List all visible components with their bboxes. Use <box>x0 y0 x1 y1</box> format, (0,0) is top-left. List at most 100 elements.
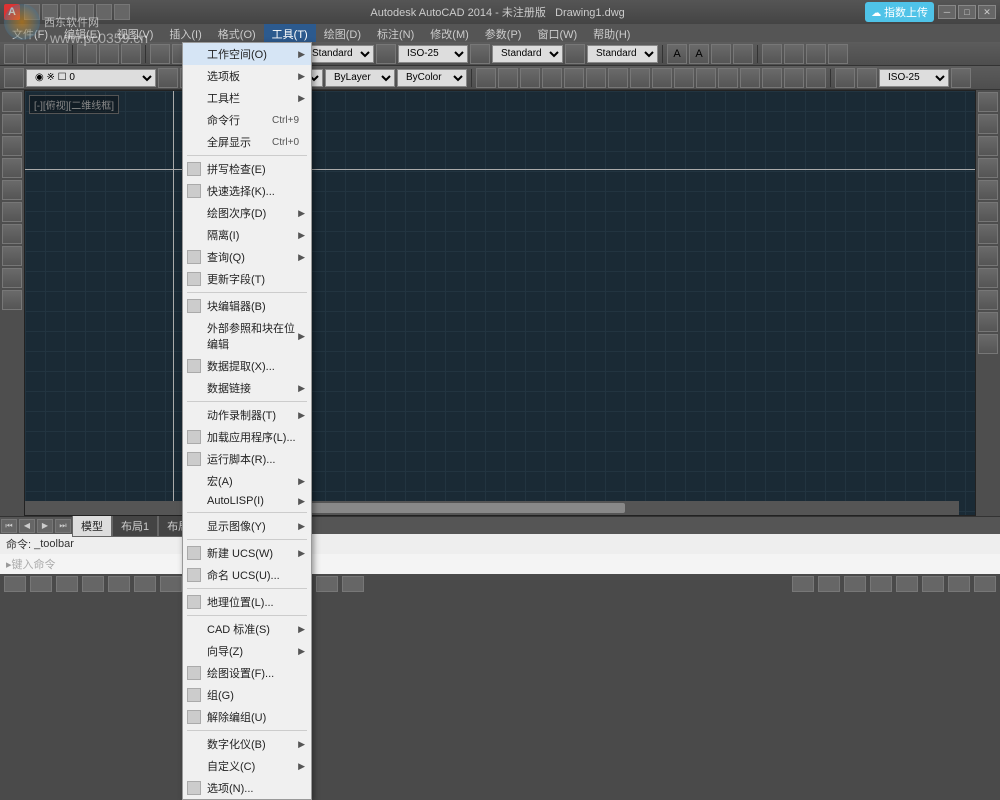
tb-a1-icon[interactable] <box>376 44 396 64</box>
tool-rect-icon[interactable] <box>2 180 22 200</box>
menu-5[interactable]: 工具(T) <box>264 24 316 42</box>
tool-table-icon[interactable] <box>2 290 22 310</box>
qat-open[interactable] <box>42 4 58 20</box>
tool-move-icon[interactable] <box>978 92 998 112</box>
canvas-scroll[interactable] <box>25 501 959 515</box>
viewport-label[interactable]: [-][俯视][二维线框] <box>29 95 119 114</box>
tb-dim9-icon[interactable] <box>652 68 672 88</box>
status-r3[interactable] <box>870 576 892 592</box>
qat-undo[interactable] <box>78 4 94 20</box>
tool-offset-icon[interactable] <box>978 290 998 310</box>
tool-ellipse-icon[interactable] <box>2 202 22 222</box>
menu-9[interactable]: 参数(P) <box>477 24 530 42</box>
status-am[interactable] <box>342 576 364 592</box>
tool-scale-icon[interactable] <box>978 180 998 200</box>
tool-arc-icon[interactable] <box>2 158 22 178</box>
menu-item-38[interactable]: 自定义(C)▶ <box>183 755 311 777</box>
menu-0[interactable]: 文件(F) <box>4 24 56 42</box>
tb-dim16-icon[interactable] <box>806 68 826 88</box>
menu-item-21[interactable]: 宏(A)▶ <box>183 470 311 492</box>
tb-dim6-icon[interactable] <box>586 68 606 88</box>
menu-item-31[interactable]: CAD 标准(S)▶ <box>183 618 311 640</box>
tool-mirror-icon[interactable] <box>978 158 998 178</box>
tab-model[interactable]: 模型 <box>72 515 112 537</box>
tb-new-icon[interactable] <box>4 44 24 64</box>
menu-item-10[interactable]: 查询(Q)▶ <box>183 246 311 268</box>
tb-misc4-icon[interactable] <box>828 44 848 64</box>
qat-print[interactable] <box>114 4 130 20</box>
minimize-button[interactable]: ─ <box>938 5 956 19</box>
tb-text-icon[interactable]: A <box>667 44 687 64</box>
menu-item-7[interactable]: 快速选择(K)... <box>183 180 311 202</box>
menu-item-37[interactable]: 数字化仪(B)▶ <box>183 733 311 755</box>
command-line[interactable]: 命令: _toolbar <box>0 534 1000 554</box>
menu-11[interactable]: 帮助(H) <box>585 24 638 42</box>
tb-open-icon[interactable] <box>26 44 46 64</box>
tb-layer1-icon[interactable] <box>158 68 178 88</box>
qat-new[interactable] <box>24 4 40 20</box>
tool-rotate-icon[interactable] <box>978 136 998 156</box>
status-3dosnap[interactable] <box>134 576 156 592</box>
tb-dim11-icon[interactable] <box>696 68 716 88</box>
command-input[interactable]: ▸ 键入命令 <box>0 554 1000 574</box>
tb-dim1-icon[interactable] <box>476 68 496 88</box>
menu-item-9[interactable]: 隔离(I)▶ <box>183 224 311 246</box>
tb-dim4-icon[interactable] <box>542 68 562 88</box>
qat-save[interactable] <box>60 4 76 20</box>
tb-mtext-icon[interactable]: A <box>689 44 709 64</box>
menu-item-13[interactable]: 块编辑器(B) <box>183 295 311 317</box>
menu-item-4[interactable]: 全屏显示Ctrl+0 <box>183 131 311 153</box>
tool-pline-icon[interactable] <box>2 114 22 134</box>
tb-paste-icon[interactable] <box>121 44 141 64</box>
menu-item-3[interactable]: 命令行Ctrl+9 <box>183 109 311 131</box>
lineweight-select[interactable]: ByColor <box>397 69 467 87</box>
tb-leader-icon[interactable] <box>711 44 731 64</box>
menu-item-32[interactable]: 向导(Z)▶ <box>183 640 311 662</box>
tb-a3-icon[interactable] <box>565 44 585 64</box>
share-button[interactable]: ☁ 指数上传 <box>865 2 934 22</box>
app-icon[interactable]: A <box>4 4 20 20</box>
dimstyle2-select[interactable]: ISO-25 <box>879 69 949 87</box>
qat-redo[interactable] <box>96 4 112 20</box>
tb-dim12-icon[interactable] <box>718 68 738 88</box>
tb-dim2-icon[interactable] <box>498 68 518 88</box>
tb-misc2-icon[interactable] <box>784 44 804 64</box>
menu-item-22[interactable]: AutoLISP(I)▶ <box>183 492 311 510</box>
tb-dim15-icon[interactable] <box>784 68 804 88</box>
menu-item-8[interactable]: 绘图次序(D)▶ <box>183 202 311 224</box>
tb-dim10-icon[interactable] <box>674 68 694 88</box>
tab-first[interactable]: ⏮ <box>1 519 17 533</box>
status-r7[interactable] <box>974 576 996 592</box>
tb-dim5-icon[interactable] <box>564 68 584 88</box>
tool-dim-icon[interactable] <box>2 268 22 288</box>
menu-item-1[interactable]: 选项板▶ <box>183 65 311 87</box>
tb-dim3-icon[interactable] <box>520 68 540 88</box>
tb-a2-icon[interactable] <box>470 44 490 64</box>
menu-item-15[interactable]: 数据提取(X)... <box>183 355 311 377</box>
tb-misc3-icon[interactable] <box>806 44 826 64</box>
style-select-1[interactable]: Standard <box>303 45 374 63</box>
menu-item-39[interactable]: 选项(N)... <box>183 777 311 799</box>
linetype-select[interactable]: ByLayer <box>325 69 395 87</box>
menu-3[interactable]: 插入(I) <box>161 24 209 42</box>
menu-item-29[interactable]: 地理位置(L)... <box>183 591 311 613</box>
menu-item-16[interactable]: 数据链接▶ <box>183 377 311 399</box>
status-r4[interactable] <box>896 576 918 592</box>
tool-trim-icon[interactable] <box>978 202 998 222</box>
status-r5[interactable] <box>922 576 944 592</box>
tool-copy-icon[interactable] <box>978 114 998 134</box>
tool-explode-icon[interactable] <box>978 334 998 354</box>
menu-item-2[interactable]: 工具栏▶ <box>183 87 311 109</box>
tool-array-icon[interactable] <box>978 268 998 288</box>
menu-item-26[interactable]: 新建 UCS(W)▶ <box>183 542 311 564</box>
status-osnap[interactable] <box>108 576 130 592</box>
status-grid[interactable] <box>30 576 52 592</box>
maximize-button[interactable]: □ <box>958 5 976 19</box>
style-select-2[interactable]: Standard <box>492 45 563 63</box>
tb-table-icon[interactable] <box>733 44 753 64</box>
tb-dim13-icon[interactable] <box>740 68 760 88</box>
tool-extend-icon[interactable] <box>978 224 998 244</box>
tab-last[interactable]: ⏭ <box>55 519 71 533</box>
tb-dim8-icon[interactable] <box>630 68 650 88</box>
menu-item-19[interactable]: 加载应用程序(L)... <box>183 426 311 448</box>
